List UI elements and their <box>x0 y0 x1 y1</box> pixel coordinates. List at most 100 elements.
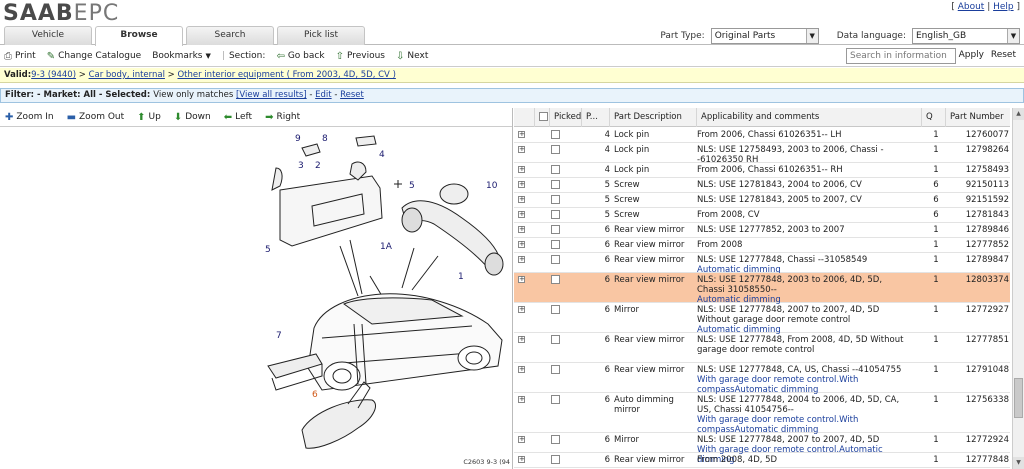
pick-checkbox[interactable] <box>551 225 560 234</box>
scroll-down-icon[interactable]: ▼ <box>1013 457 1024 469</box>
table-row[interactable]: +5 Screw From 2008, CV 6 12781843 <box>514 208 1010 223</box>
filter-reset-link[interactable]: Reset <box>340 90 364 100</box>
callout-8[interactable]: 8 <box>322 134 328 144</box>
table-row[interactable]: +6 Mirror NLS: USE 12777848, 2007 to 2007,… <box>514 433 1010 465</box>
pick-checkbox[interactable] <box>551 145 560 154</box>
pick-checkbox[interactable] <box>551 365 560 374</box>
expand-row-icon[interactable]: + <box>518 241 525 248</box>
table-row[interactable]: +6 Rear view mirror From 2008 1 12777852 <box>514 238 1010 253</box>
select-all-checkbox[interactable] <box>539 112 548 121</box>
table-row[interactable]: +6 Rear view mirror NLS: USE 12777848, CA,… <box>514 363 1010 395</box>
pan-up-button[interactable]: ⬆ Up <box>137 112 161 123</box>
tab-vehicle[interactable]: Vehicle <box>4 26 92 45</box>
table-row[interactable]: +6 Rear view mirror NLS: USE 12777848, 200… <box>514 273 1010 305</box>
tab-pick-list[interactable]: Pick list <box>277 26 365 45</box>
about-link[interactable]: About <box>958 2 985 12</box>
expand-row-icon[interactable]: + <box>518 276 525 283</box>
pick-checkbox[interactable] <box>551 435 560 444</box>
expand-row-icon[interactable]: + <box>518 181 525 188</box>
pick-checkbox[interactable] <box>551 210 560 219</box>
apply-button[interactable]: Apply <box>959 50 984 60</box>
callout-2[interactable]: 2 <box>315 161 321 171</box>
pick-checkbox[interactable] <box>551 275 560 284</box>
header-part-number[interactable]: Part Number <box>945 108 1010 127</box>
parts-illustration[interactable]: 9 8 3 2 4 5 10 5 1A 1 7 6 C2603 9-3 (94 <box>262 128 512 469</box>
expand-row-icon[interactable]: + <box>518 366 525 373</box>
part-type-select[interactable]: Original Parts ▼ <box>710 27 819 44</box>
pick-checkbox[interactable] <box>551 195 560 204</box>
table-row[interactable]: +6 Auto dimming mirror NLS: USE 12777848, … <box>514 393 1010 435</box>
expand-row-icon[interactable]: + <box>518 456 525 463</box>
next-button[interactable]: ⇩ Next <box>396 51 428 62</box>
breadcrumb-group[interactable]: Car body, internal <box>89 70 165 80</box>
go-back-button[interactable]: ⇦ Go back <box>276 51 324 62</box>
expand-row-icon[interactable]: + <box>518 211 525 218</box>
pick-checkbox[interactable] <box>551 180 560 189</box>
table-row[interactable]: +6 Mirror NLS: USE 12777848, 2007 to 2007,… <box>514 303 1010 335</box>
previous-button[interactable]: ⇧ Previous <box>336 51 385 62</box>
callout-3[interactable]: 3 <box>298 161 304 171</box>
expand-row-icon[interactable]: + <box>518 166 525 173</box>
table-row[interactable]: +6 Rear view mirror NLS: USE 12777848, Cha… <box>514 253 1010 275</box>
callout-1a[interactable]: 1A <box>380 242 392 252</box>
scroll-up-icon[interactable]: ▲ <box>1013 108 1024 120</box>
pick-checkbox[interactable] <box>551 255 560 264</box>
breadcrumb-model[interactable]: 9-3 (9440) <box>31 70 76 80</box>
reset-button[interactable]: Reset <box>991 50 1016 60</box>
table-row[interactable]: +4 Lock pin From 2006, Chassi 61026351-- R… <box>514 163 1010 178</box>
scrollbar-thumb[interactable] <box>1014 378 1023 418</box>
expand-row-icon[interactable]: + <box>518 196 525 203</box>
filter-edit-link[interactable]: Edit <box>315 90 331 100</box>
table-row[interactable]: +5 Screw NLS: USE 12781843, 2005 to 2007, … <box>514 193 1010 208</box>
zoom-in-button[interactable]: ✚ Zoom In <box>5 112 54 123</box>
expand-row-icon[interactable]: + <box>518 436 525 443</box>
header-position[interactable]: P... <box>581 108 609 127</box>
information-search-input[interactable]: Search in information <box>846 48 956 64</box>
view-all-results-link[interactable]: [View all results] <box>236 90 307 100</box>
data-language-select[interactable]: English_GB ▼ <box>912 27 1020 44</box>
tab-browse[interactable]: Browse <box>95 26 183 46</box>
pan-left-button[interactable]: ⬅ Left <box>224 112 252 123</box>
table-row[interactable]: +6 Rear view mirror NLS: USE 12777848, Fro… <box>514 333 1010 363</box>
callout-6[interactable]: 6 <box>312 390 318 400</box>
breadcrumb-section[interactable]: Other interior equipment ( From 2003, 4D… <box>177 70 395 80</box>
expand-row-icon[interactable]: + <box>518 256 525 263</box>
callout-7[interactable]: 7 <box>276 331 282 341</box>
change-catalogue-button[interactable]: ✎ Change Catalogue <box>47 51 142 62</box>
callout-9[interactable]: 9 <box>295 134 301 144</box>
expand-row-icon[interactable]: + <box>518 146 525 153</box>
header-part-description[interactable]: Part Description <box>609 108 696 127</box>
help-link[interactable]: Help <box>993 2 1014 12</box>
bookmarks-menu[interactable]: Bookmarks ▼ <box>152 51 211 61</box>
tab-search[interactable]: Search <box>186 26 274 45</box>
table-row[interactable]: +5 Screw NLS: USE 12781843, 2004 to 2006, … <box>514 178 1010 193</box>
expand-row-icon[interactable]: + <box>518 306 525 313</box>
pick-checkbox[interactable] <box>551 165 560 174</box>
expand-row-icon[interactable]: + <box>518 396 525 403</box>
callout-4[interactable]: 4 <box>379 150 385 160</box>
callout-5[interactable]: 5 <box>265 245 271 255</box>
pan-down-button[interactable]: ⬇ Down <box>174 112 211 123</box>
table-row[interactable]: +6 Rear view mirror NLS: USE 12777852, 200… <box>514 223 1010 238</box>
callout-10[interactable]: 10 <box>486 181 497 191</box>
header-applicability[interactable]: Applicability and comments <box>696 108 921 127</box>
print-button[interactable]: ⎙ Print <box>4 51 36 62</box>
expand-row-icon[interactable]: + <box>518 226 525 233</box>
table-row[interactable]: +6 Rear view mirror From 2008, 4D, 5D 1 1277… <box>514 453 1010 468</box>
pick-checkbox[interactable] <box>551 395 560 404</box>
header-picked[interactable]: Picked <box>549 108 581 127</box>
table-scrollbar[interactable]: ▲ ▼ <box>1012 108 1024 469</box>
table-row[interactable]: +4 Lock pin NLS: USE 12758493, 2003 to 200… <box>514 143 1010 165</box>
zoom-out-button[interactable]: ▬ Zoom Out <box>67 112 125 123</box>
expand-row-icon[interactable]: + <box>518 131 525 138</box>
pick-checkbox[interactable] <box>551 455 560 464</box>
callout-1[interactable]: 1 <box>458 272 464 282</box>
pick-checkbox[interactable] <box>551 130 560 139</box>
pick-checkbox[interactable] <box>551 240 560 249</box>
pan-right-button[interactable]: ➡ Right <box>265 112 300 123</box>
callout-5[interactable]: 5 <box>409 181 415 191</box>
pick-checkbox[interactable] <box>551 305 560 314</box>
header-quantity[interactable]: Q <box>921 108 945 127</box>
expand-row-icon[interactable]: + <box>518 336 525 343</box>
pick-checkbox[interactable] <box>551 335 560 344</box>
